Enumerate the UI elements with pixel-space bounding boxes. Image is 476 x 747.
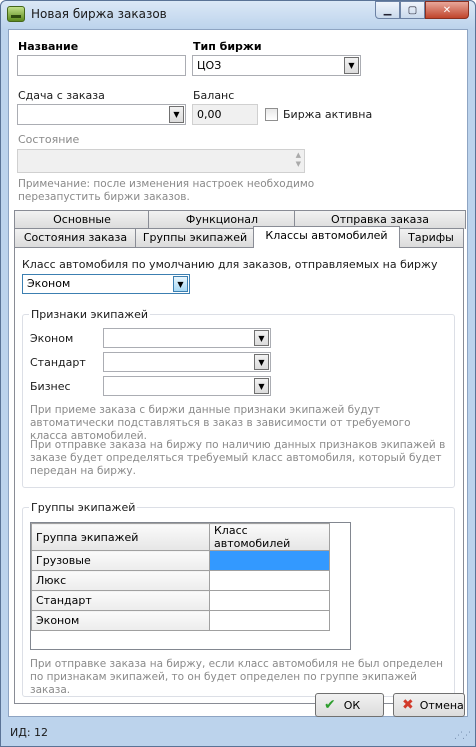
car-classes-panel: Класс автомобиля по умолчанию для заказо… — [14, 247, 464, 704]
window: Новая биржа заказов ▁ ▢ ✕ Название Тип б… — [0, 0, 476, 747]
crew-groups-grid[interactable]: Группа экипажей Класс автомобилей Грузов… — [30, 522, 351, 650]
exchange-type-select[interactable]: ЦОЗ ▼ — [192, 55, 361, 76]
window-title: Новая биржа заказов — [31, 7, 167, 21]
cancel-label: Отмена — [419, 698, 464, 712]
chevron-down-icon[interactable]: ▼ — [254, 378, 269, 394]
group-cell[interactable]: Стандарт — [31, 590, 210, 611]
active-label: Биржа активна — [283, 108, 373, 121]
exchange-type-label: Тип биржи — [193, 40, 262, 53]
balance-field: 0,00 — [192, 104, 258, 125]
crew-sign-label-econom: Эконом — [30, 332, 74, 345]
class-cell[interactable] — [209, 550, 330, 571]
chevron-down-icon[interactable]: ▼ — [344, 57, 359, 74]
active-checkbox[interactable] — [265, 108, 278, 121]
table-row[interactable]: Эконом — [31, 610, 330, 631]
crew-groups-table: Группа экипажей Класс автомобилей Грузов… — [31, 523, 330, 631]
column-header-group[interactable]: Группа экипажей — [31, 523, 210, 551]
state-field: ▲ ▼ — [17, 149, 305, 173]
title-bar: Новая биржа заказов ▁ ▢ ✕ — [1, 1, 475, 29]
check-icon: ✔ — [324, 697, 336, 713]
exchange-type-value: ЦОЗ — [197, 59, 222, 72]
record-id: ИД: 12 — [10, 726, 49, 739]
close-button[interactable]: ✕ — [425, 1, 469, 19]
group-cell[interactable]: Грузовые — [31, 550, 210, 571]
class-cell[interactable] — [209, 610, 330, 631]
group-cell[interactable]: Эконом — [31, 610, 210, 631]
crew-groups-group: Группы экипажей Группа экипажей Класс ав… — [22, 501, 455, 697]
tab-general[interactable]: Основные — [14, 210, 150, 229]
default-class-value: Эконом — [27, 277, 71, 290]
ok-button[interactable]: ✔ ОК — [315, 693, 384, 717]
status-bar: ИД: 12 ⋰⋰ — [2, 719, 474, 746]
restart-note: Примечание: после изменения настроек нео… — [18, 178, 315, 203]
crew-signs-group: Признаки экипажей Эконом ▼ Стандарт ▼ Би… — [22, 308, 455, 488]
maximize-icon: ▢ — [407, 4, 418, 16]
balance-label: Баланс — [193, 89, 235, 102]
chevron-down-icon[interactable]: ▼ — [254, 354, 269, 370]
table-row[interactable]: Люкс — [31, 570, 330, 591]
tab-order-states[interactable]: Состояния заказа — [14, 228, 137, 247]
app-icon — [7, 6, 25, 22]
crew-groups-hint: При отправке заказа на биржу, если класс… — [30, 658, 443, 696]
group-cell[interactable]: Люкс — [31, 570, 210, 591]
table-header-row: Группа экипажей Класс автомобилей — [31, 523, 330, 551]
dialog-client-area: Название Тип биржи ЦОЗ ▼ Сдача с заказа … — [8, 29, 468, 717]
table-row[interactable]: Грузовые — [31, 550, 330, 571]
change-label: Сдача с заказа — [18, 89, 105, 102]
chevron-down-icon[interactable]: ▼ — [169, 106, 184, 123]
tab-crew-groups[interactable]: Группы экипажей — [135, 228, 255, 247]
crew-signs-hint-2: При отправке заказа на биржу по наличию … — [30, 439, 446, 477]
resize-grip-icon[interactable]: ⋰⋰ — [454, 731, 471, 741]
chevron-down-icon[interactable]: ▼ — [173, 276, 188, 292]
default-class-select[interactable]: Эконом ▼ — [22, 274, 190, 294]
default-class-label: Класс автомобиля по умолчанию для заказо… — [22, 258, 438, 271]
crew-sign-select-business[interactable]: ▼ — [103, 376, 271, 396]
caption-buttons: ▁ ▢ ✕ — [375, 1, 469, 20]
maximize-button[interactable]: ▢ — [400, 1, 425, 19]
cancel-button[interactable]: ✖ Отмена — [393, 693, 465, 717]
table-row[interactable]: Стандарт — [31, 590, 330, 611]
class-cell[interactable] — [209, 590, 330, 611]
crew-signs-title: Признаки экипажей — [29, 308, 151, 321]
crew-signs-hint-1: При приеме заказа с биржи данные признак… — [30, 404, 411, 442]
crew-sign-label-standard: Стандарт — [30, 356, 86, 369]
cancel-icon: ✖ — [402, 697, 414, 713]
chevron-down-icon[interactable]: ▼ — [254, 330, 269, 346]
name-label: Название — [18, 40, 79, 53]
minimize-button[interactable]: ▁ — [375, 1, 400, 19]
name-input[interactable] — [17, 55, 186, 76]
crew-groups-title: Группы экипажей — [29, 501, 138, 514]
crew-sign-select-econom[interactable]: ▼ — [103, 328, 271, 348]
state-label: Состояние — [18, 133, 80, 146]
crew-sign-label-business: Бизнес — [30, 380, 71, 393]
close-icon: ✕ — [442, 4, 452, 16]
tab-tariffs[interactable]: Тарифы — [398, 228, 464, 247]
column-header-class[interactable]: Класс автомобилей — [209, 523, 330, 551]
class-cell[interactable] — [209, 570, 330, 591]
minimize-icon: ▁ — [383, 4, 392, 16]
crew-sign-select-standard[interactable]: ▼ — [103, 352, 271, 372]
change-select[interactable]: ▼ — [17, 104, 186, 125]
ok-label: ОК — [343, 698, 361, 712]
spinner-icon: ▲ ▼ — [295, 151, 301, 168]
tab-car-classes[interactable]: Классы автомобилей — [253, 226, 400, 248]
